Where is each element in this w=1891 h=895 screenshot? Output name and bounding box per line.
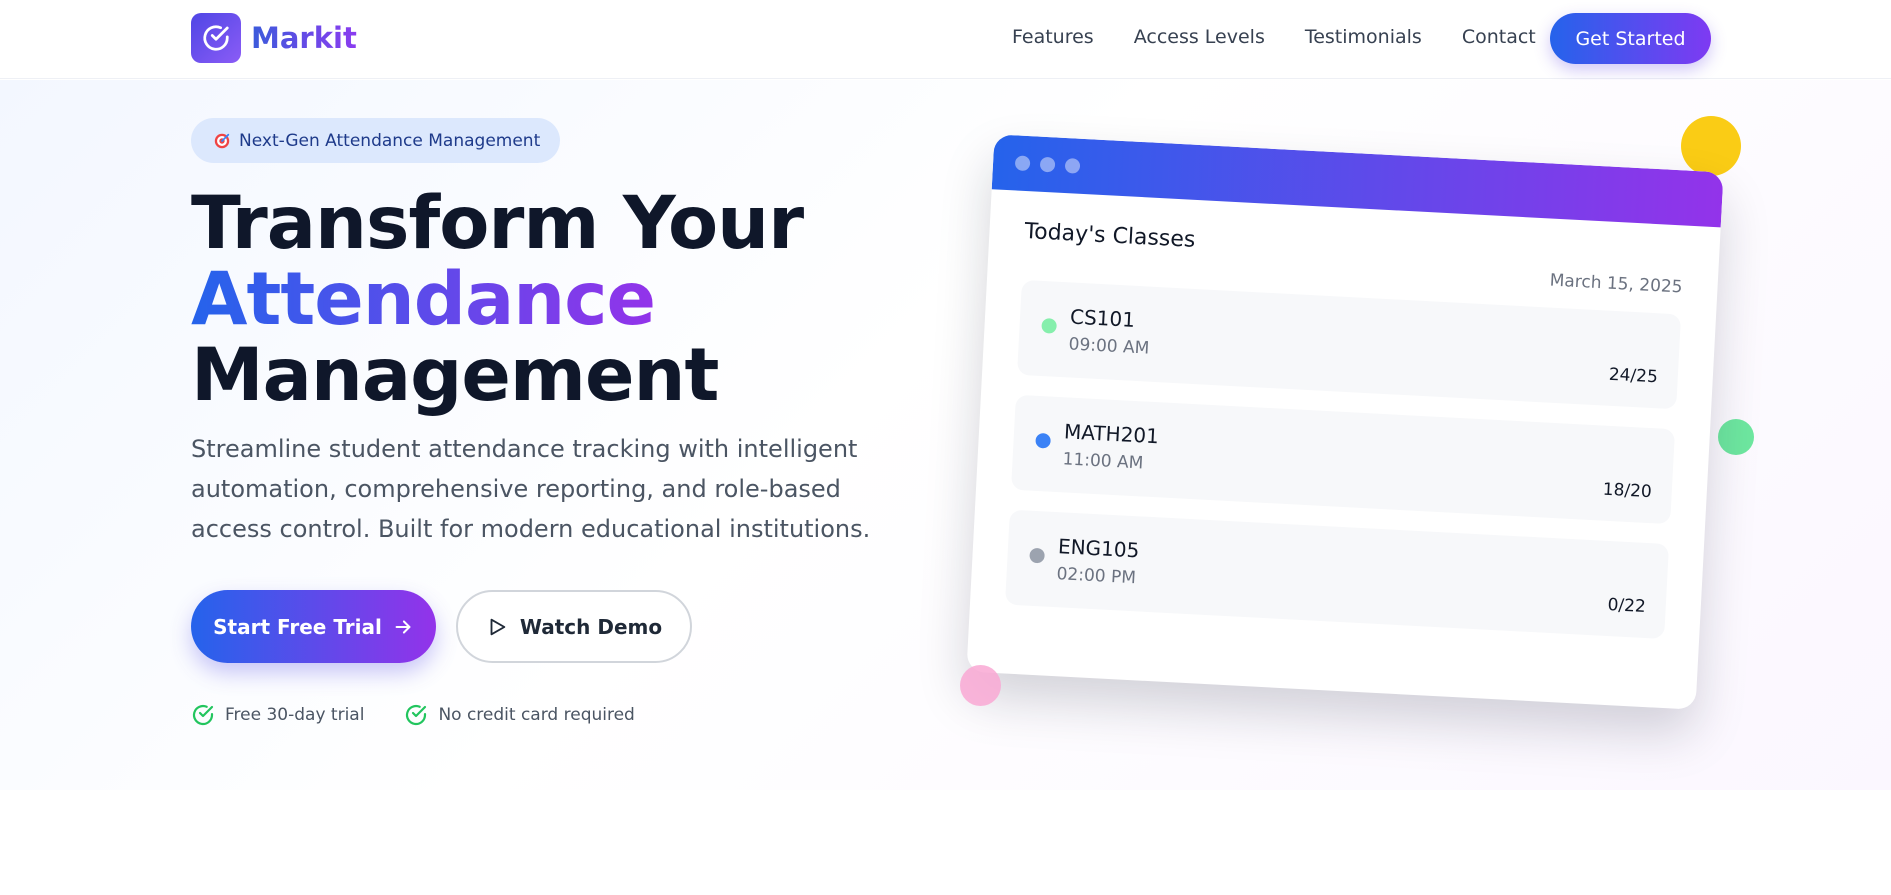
perks-list: Free 30-day trial No credit card require…	[191, 703, 675, 727]
card-body: Today's Classes March 15, 2025 CS101 09:…	[968, 189, 1721, 689]
attendance-count: 24/25	[1608, 364, 1659, 388]
perk-no-credit-card: No credit card required	[404, 703, 635, 727]
status-dot	[1035, 432, 1051, 449]
hero-title-line-3: Management	[191, 333, 719, 418]
dashboard-preview-card: Today's Classes March 15, 2025 CS101 09:…	[966, 134, 1724, 710]
decorative-pink-circle	[960, 665, 1001, 706]
class-time: 09:00 AM	[1068, 334, 1150, 359]
class-code: ENG105	[1057, 534, 1140, 563]
class-list: CS101 09:00 AM 24/25 MATH201 11:00 AM 18…	[1004, 279, 1682, 639]
perk-free-trial: Free 30-day trial	[191, 703, 364, 727]
logo-check-icon	[191, 13, 241, 63]
hero-description: Streamline student attendance tracking w…	[191, 435, 871, 543]
window-dot	[1064, 158, 1081, 174]
attendance-count: 0/22	[1607, 595, 1647, 617]
class-code: MATH201	[1063, 419, 1160, 449]
start-free-trial-label: Start Free Trial	[213, 614, 382, 639]
decorative-green-circle	[1718, 419, 1754, 455]
watch-demo-button[interactable]: Watch Demo	[456, 590, 692, 663]
get-started-button[interactable]: Get Started	[1550, 13, 1711, 64]
class-row-cs101[interactable]: CS101 09:00 AM 24/25	[1017, 279, 1682, 410]
check-circle-icon	[406, 704, 427, 726]
watch-demo-label: Watch Demo	[519, 614, 663, 639]
window-dot	[1014, 155, 1031, 172]
perk-label: Free 30-day trial	[225, 705, 365, 725]
status-dot	[1041, 318, 1058, 334]
hero-title-line-2: Attendance	[191, 257, 656, 342]
attendance-count: 18/20	[1602, 479, 1653, 503]
class-row-eng105[interactable]: ENG105 02:00 PM 0/22	[1004, 509, 1670, 639]
class-time: 02:00 PM	[1056, 564, 1137, 589]
hero-badge: Next-Gen Attendance Management	[191, 118, 561, 163]
nav-link-contact[interactable]: Contact	[1462, 26, 1536, 48]
badge-text: Next-Gen Attendance Management	[239, 130, 541, 151]
perk-label: No credit card required	[438, 705, 635, 725]
logo-text: Markit	[251, 21, 357, 55]
arrow-right-icon	[395, 619, 411, 634]
target-icon	[214, 133, 230, 148]
check-circle-icon	[192, 704, 214, 726]
nav-link-testimonials[interactable]: Testimonials	[1305, 26, 1422, 48]
navbar: Markit Features Access Levels Testimonia…	[0, 0, 1891, 79]
hero-title-line-1: Transform Your	[191, 181, 804, 266]
class-row-math201[interactable]: MATH201 11:00 AM 18/20	[1011, 394, 1676, 525]
play-icon	[490, 618, 506, 635]
logo[interactable]: Markit	[191, 13, 357, 63]
class-time: 11:00 AM	[1062, 449, 1144, 474]
nav-links: Features Access Levels Testimonials Cont…	[1012, 26, 1576, 48]
nav-link-access-levels[interactable]: Access Levels	[1134, 26, 1265, 48]
nav-link-features[interactable]: Features	[1012, 26, 1094, 48]
start-free-trial-button[interactable]: Start Free Trial	[191, 590, 436, 663]
decorative-yellow-circle	[1681, 116, 1741, 176]
window-dot	[1039, 156, 1056, 173]
class-code: CS101	[1069, 304, 1136, 332]
card-title: Today's Classes	[1023, 218, 1196, 253]
status-dot	[1029, 547, 1045, 564]
